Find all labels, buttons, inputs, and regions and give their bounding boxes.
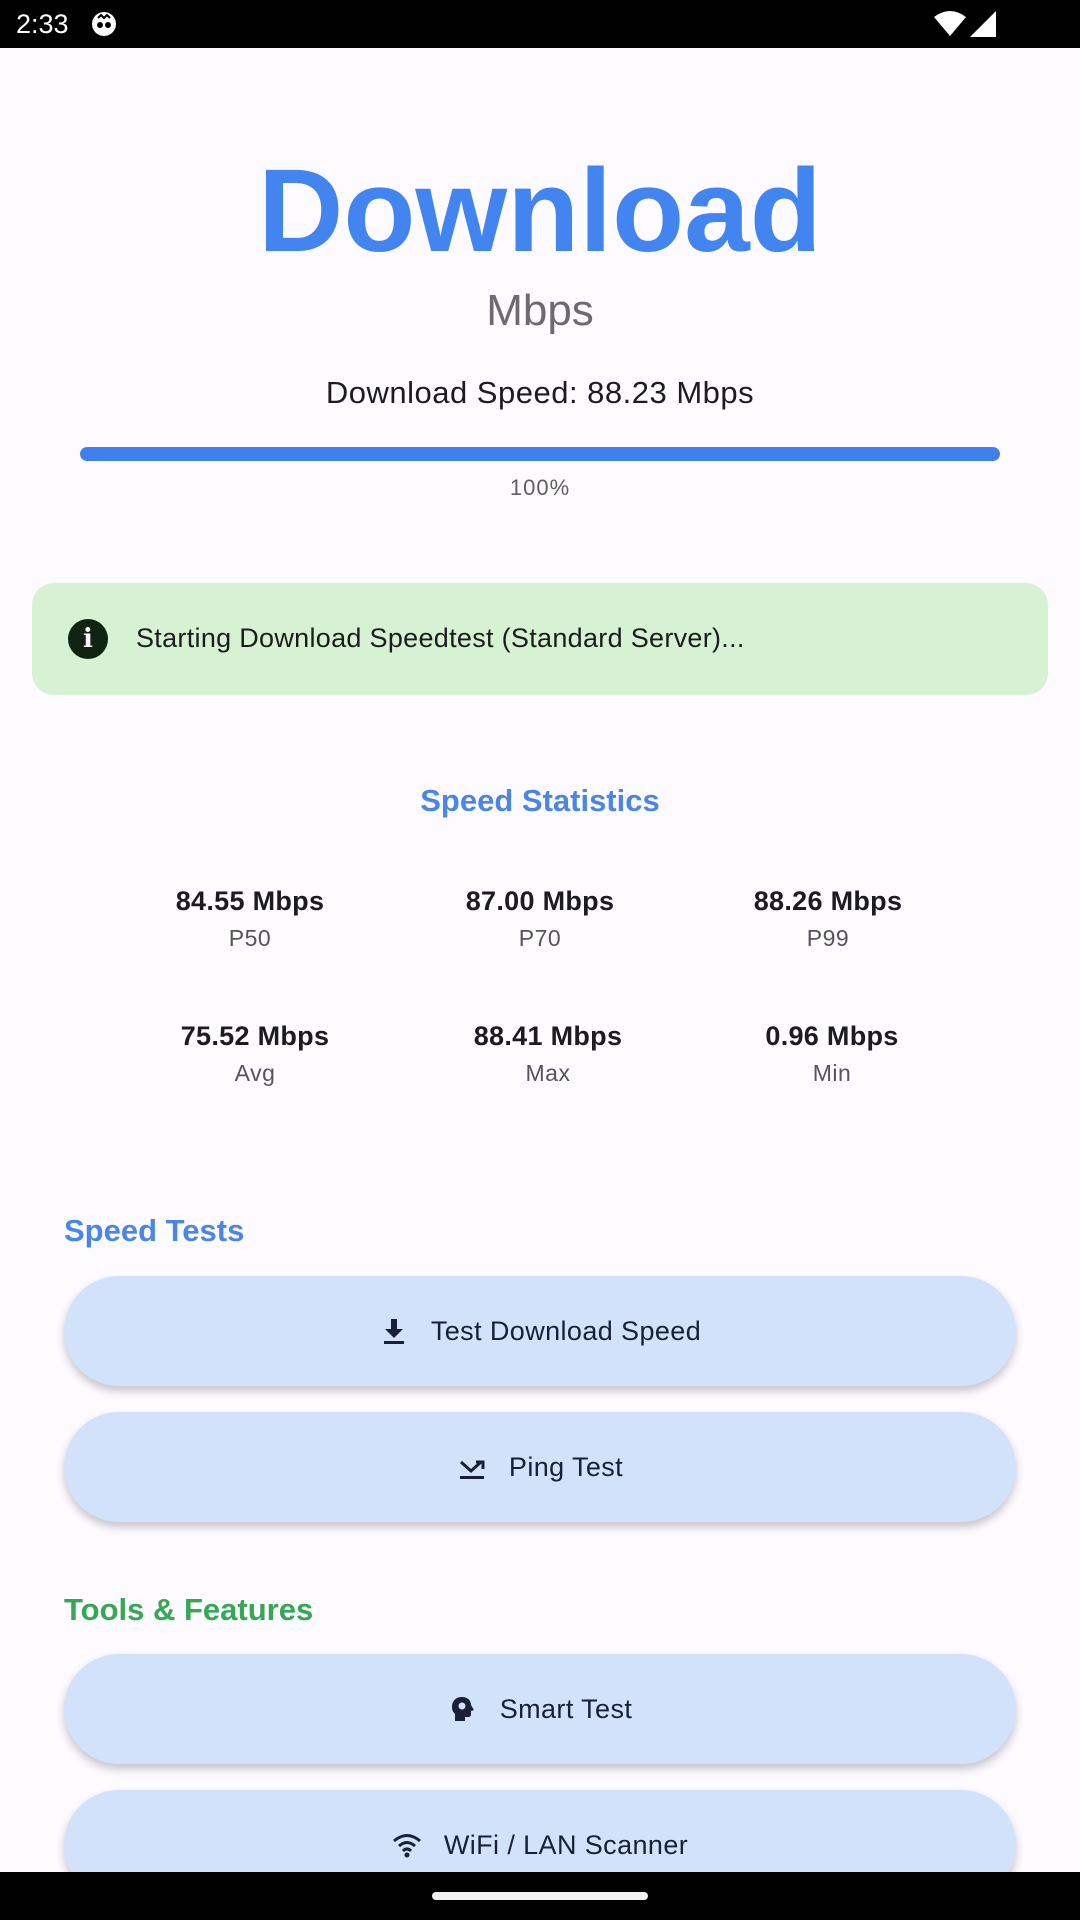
navigation-bar	[0, 1872, 1080, 1920]
button-label: Ping Test	[508, 1451, 624, 1482]
status-bar: 2:33	[0, 0, 1080, 48]
stat-value: 75.52 Mbps	[180, 1021, 330, 1051]
stat-p50: 84.55 Mbps P50	[110, 886, 390, 952]
home-gesture-handle[interactable]	[432, 1892, 648, 1900]
cellular-signal-icon	[970, 11, 996, 37]
speed-statistics-title: Speed Statistics	[420, 783, 660, 818]
stat-value: 88.41 Mbps	[473, 1021, 623, 1051]
stat-label: P70	[518, 925, 562, 951]
speed-mode-title: Download	[258, 145, 822, 277]
ping-icon	[459, 1460, 485, 1479]
stat-p99: 88.26 Mbps P99	[688, 886, 968, 952]
speed-tests-title: Speed Tests	[64, 1213, 245, 1248]
smart-test-button[interactable]: Smart Test	[64, 1654, 1016, 1764]
progress-bar-fill	[80, 447, 1000, 461]
stat-label: Avg	[234, 1060, 276, 1086]
stat-value: 0.96 Mbps	[765, 1021, 899, 1051]
button-label: WiFi / LAN Scanner	[443, 1829, 689, 1860]
wifi-icon	[934, 11, 966, 36]
info-icon: i	[68, 619, 108, 659]
button-label: Smart Test	[499, 1693, 633, 1724]
notification-app-icon	[92, 12, 116, 36]
status-message: Starting Download Speedtest (Standard Se…	[136, 623, 745, 653]
smart-head-icon	[451, 1697, 474, 1721]
stat-min: 0.96 Mbps Min	[692, 1021, 972, 1087]
download-speed-readout: Download Speed: 88.23 Mbps	[325, 375, 755, 410]
progress-bar	[80, 447, 1000, 461]
download-icon	[383, 1319, 404, 1344]
status-banner: i Starting Download Speedtest (Standard …	[32, 583, 1048, 695]
stat-value: 84.55 Mbps	[175, 886, 325, 916]
tools-features-title: Tools & Features	[64, 1592, 314, 1627]
stat-p70: 87.00 Mbps P70	[400, 886, 680, 952]
stat-avg: 75.52 Mbps Avg	[115, 1021, 395, 1087]
stat-label: P99	[806, 925, 850, 951]
speed-unit: Mbps	[486, 286, 594, 335]
wifi-icon	[392, 1834, 421, 1858]
status-time: 2:33	[16, 9, 69, 39]
stat-value: 88.26 Mbps	[753, 886, 903, 916]
progress-percent-label: 100%	[509, 475, 571, 500]
stat-label: P50	[228, 925, 272, 951]
test-download-speed-button[interactable]: Test Download Speed	[64, 1276, 1016, 1386]
button-label: Test Download Speed	[430, 1315, 702, 1346]
ping-test-button[interactable]: Ping Test	[64, 1412, 1016, 1522]
stat-max: 88.41 Mbps Max	[408, 1021, 688, 1087]
stat-label: Min	[812, 1060, 852, 1086]
stat-value: 87.00 Mbps	[465, 886, 615, 916]
stat-label: Max	[525, 1060, 571, 1086]
